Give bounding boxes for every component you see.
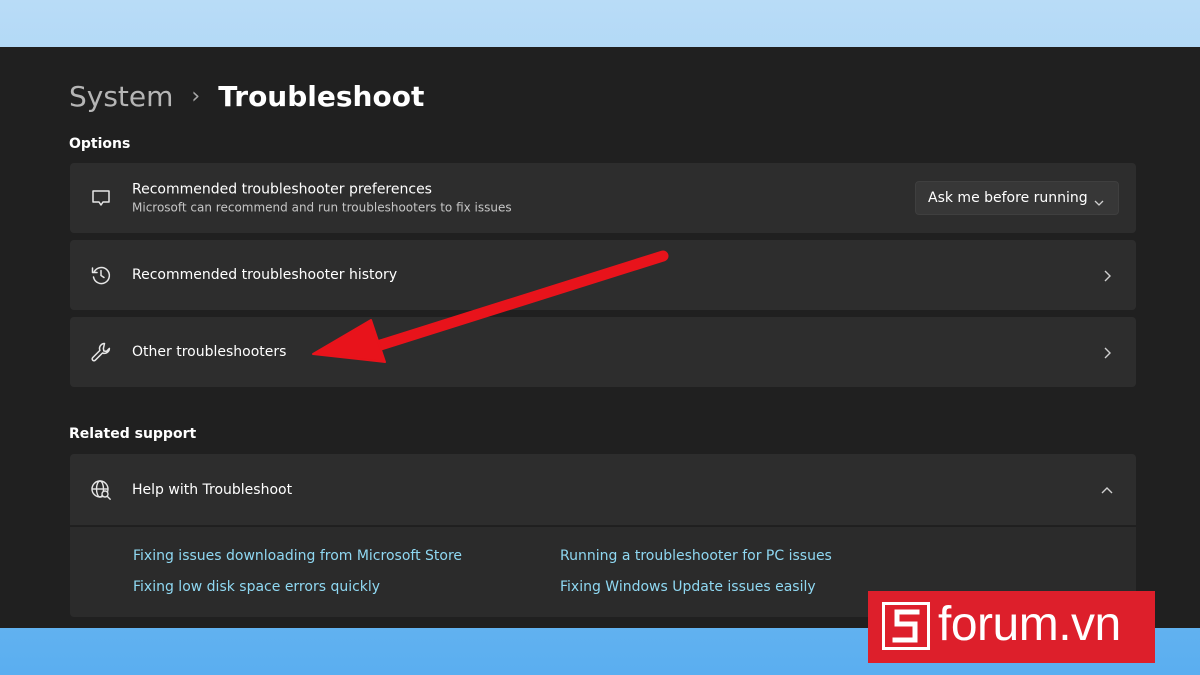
- related-support-heading: Related support: [69, 426, 197, 442]
- breadcrumb-separator: ›: [191, 83, 201, 109]
- help-expander-header[interactable]: Help with Troubleshoot: [70, 454, 1136, 525]
- options-heading: Options: [69, 136, 131, 152]
- chevron-right-icon: [1100, 268, 1114, 282]
- help-link-windows-update[interactable]: Fixing Windows Update issues easily: [560, 579, 816, 595]
- sforum-logo-mark: [882, 602, 930, 650]
- sforum-logo: forum.vn: [868, 591, 1155, 663]
- globe-search-icon: [90, 479, 112, 501]
- other-troubleshooters-title: Other troubleshooters: [132, 344, 287, 360]
- page-title: Troubleshoot: [218, 79, 425, 113]
- help-link-disk-space[interactable]: Fixing low disk space errors quickly: [133, 579, 380, 595]
- history-title: Recommended troubleshooter history: [132, 267, 398, 283]
- help-title: Help with Troubleshoot: [132, 481, 293, 498]
- preferences-card: Recommended troubleshooter preferences M…: [70, 163, 1136, 233]
- dropdown-value: Ask me before running: [928, 190, 1088, 206]
- chevron-up-icon: [1100, 483, 1114, 497]
- chat-bubble-icon: [90, 187, 112, 209]
- sforum-wordmark: forum.vn: [938, 598, 1121, 651]
- preferences-description: Microsoft can recommend and run troubles…: [132, 200, 512, 215]
- help-link-pc-issues[interactable]: Running a troubleshooter for PC issues: [560, 548, 832, 564]
- preferences-title: Recommended troubleshooter preferences: [132, 181, 432, 198]
- breadcrumb-system[interactable]: System: [69, 80, 173, 113]
- wrench-icon: [90, 341, 112, 363]
- settings-window: System › Troubleshoot Options Recommende…: [0, 47, 1200, 628]
- breadcrumb: System › Troubleshoot: [69, 76, 424, 116]
- chevron-down-icon: [1094, 193, 1104, 206]
- other-troubleshooters-card[interactable]: Other troubleshooters: [70, 317, 1136, 387]
- troubleshooter-preference-dropdown[interactable]: Ask me before running: [915, 181, 1119, 215]
- chevron-right-icon: [1100, 345, 1114, 359]
- history-icon: [90, 264, 112, 286]
- history-card[interactable]: Recommended troubleshooter history: [70, 240, 1136, 310]
- help-link-microsoft-store[interactable]: Fixing issues downloading from Microsoft…: [133, 548, 462, 564]
